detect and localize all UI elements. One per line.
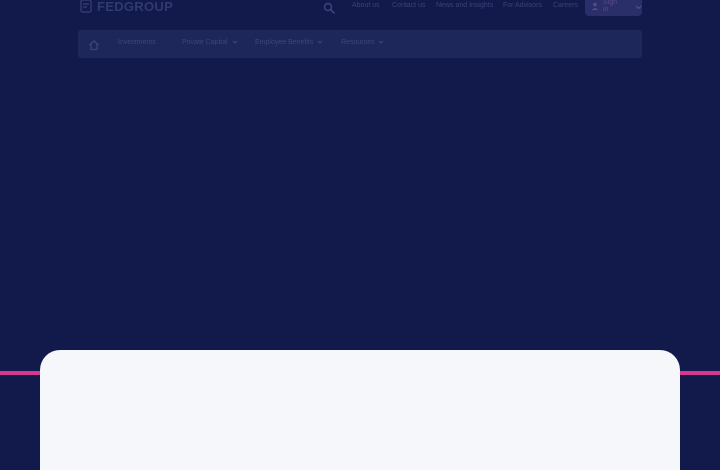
nav-item-investments[interactable]: Investments [118,39,156,46]
nav-item-employee-benefits[interactable]: Employee Benefits [255,39,323,46]
home-icon[interactable] [88,38,100,51]
brand-logo[interactable]: FEDGROUP [80,0,173,14]
chevron-down-icon [378,39,384,46]
brand-name: FEDGROUP [97,0,174,14]
sign-in-label: Sign in [603,0,618,13]
header-link-news-and-insights[interactable]: News and Insights [436,2,493,9]
nav-item-label: Investments [118,39,156,46]
nav-item-label: Employee Benefits [255,39,314,46]
search-icon[interactable] [323,1,335,14]
top-header: FEDGROUP About us Contact us News and In… [0,0,720,16]
nav-item-resources[interactable]: Resources [341,39,384,46]
fedgroup-logo-icon [80,0,92,13]
main-navigation: Investments Private Capital Employee Ben… [78,30,642,58]
nav-item-private-capital[interactable]: Private Capital [182,39,238,46]
header-link-contact-us[interactable]: Contact us [392,2,425,9]
chevron-down-icon [635,0,642,15]
chevron-down-icon [317,39,323,46]
nav-item-label: Private Capital [182,39,228,46]
header-link-for-advisors[interactable]: For Advisors [503,2,542,9]
header-link-about-us[interactable]: About us [352,2,380,9]
nav-item-label: Resources [341,39,375,46]
user-icon [591,0,599,15]
header-link-careers[interactable]: Careers [553,2,578,9]
sign-in-button[interactable]: Sign in [585,0,642,16]
chevron-down-icon [232,39,238,46]
content-card [40,350,680,470]
